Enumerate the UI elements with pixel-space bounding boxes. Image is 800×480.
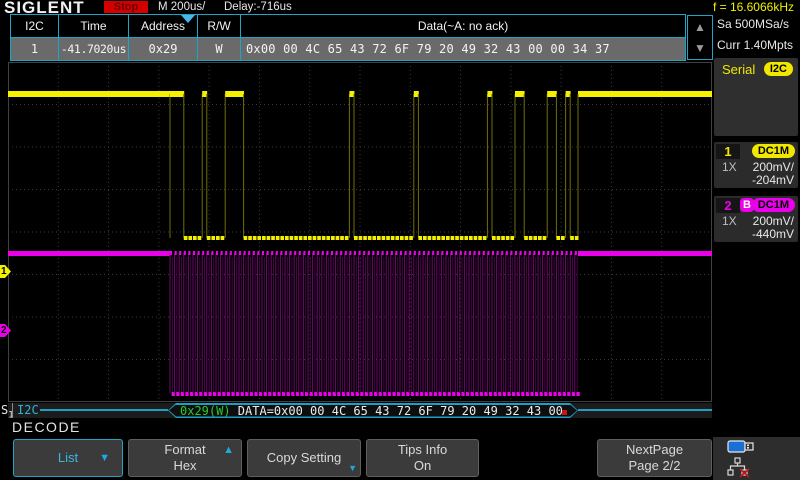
decode-frame: 0x29(W) DATA=0x00 00 4C 65 43 72 6F 79 2… (168, 403, 578, 418)
cell-data: 0x00 00 4C 65 43 72 6F 79 20 49 32 43 00… (241, 38, 685, 60)
page-title: DECODE (12, 419, 81, 435)
serial-label: Serial (722, 62, 755, 77)
cell-rw: W (198, 38, 241, 60)
trigger-delay-readout: Delay:-716us (224, 1, 292, 13)
menu-copy-setting-label: Copy Setting (267, 450, 341, 466)
channel1-number: 1 (716, 144, 740, 159)
menu-format-label: Format (164, 442, 205, 458)
sample-rate-readout: Sa 500MSa/s (717, 17, 789, 31)
decode-bus-strip: S1 I2C 0x29(W) DATA=0x00 00 4C 65 43 72 … (8, 403, 712, 418)
channel2-info-box[interactable]: 2 B DC1M 1X 200mV/ -440mV (714, 196, 798, 242)
channel1-probe: 1X (722, 160, 737, 174)
header-rw: R/W (198, 15, 241, 37)
usb-icon (728, 441, 753, 452)
menu-tips-info-value: On (414, 458, 431, 474)
bus-idle-line-right (578, 409, 712, 411)
table-scrollbar: ▲ ▼ (687, 15, 713, 60)
decode-table-header: I2C Time Address R/W Data(~A: no ack) (11, 15, 685, 38)
lan-disconnected-icon (728, 458, 749, 477)
timebase-readout: M 200us/ (158, 1, 205, 13)
menu-copy-setting-button[interactable]: Copy Setting ▼ (247, 439, 361, 477)
channel2-scale: 200mV/ (753, 214, 794, 228)
menu-tips-info-button[interactable]: Tips Info On (366, 439, 479, 477)
header-protocol: I2C (11, 15, 59, 37)
menu-next-page-label: NextPage (626, 442, 683, 458)
waveform-area[interactable] (8, 62, 712, 402)
menu-tips-info-label: Tips Info (398, 442, 447, 458)
menu-next-page-button[interactable]: NextPage Page 2/2 (597, 439, 712, 477)
channel2-offset: -440mV (752, 227, 794, 241)
scroll-up-button[interactable]: ▲ (688, 16, 712, 38)
serial-mode-badge: I2C (764, 62, 793, 76)
scroll-down-icon: ▼ (694, 42, 706, 54)
bus-divider (12, 403, 13, 418)
header-data: Data(~A: no ack) (241, 15, 685, 37)
bus-idle-line-left (40, 409, 168, 411)
channel1-offset: -204mV (752, 173, 794, 187)
oscilloscope-screen: SIGLENT Stop M 200us/ Delay:-716us f = 1… (0, 0, 800, 480)
decode-list-table: I2C Time Address R/W Data(~A: no ack) 1 … (10, 14, 686, 61)
channel2-coupling-badge: DC1M (752, 198, 795, 212)
chevron-down-icon: ▼ (99, 453, 110, 464)
cell-time: -41.7020us (59, 38, 129, 60)
memory-depth-readout: Curr 1.40Mpts (717, 38, 793, 52)
cell-address: 0x29 (129, 38, 198, 60)
menu-next-page-value: Page 2/2 (628, 458, 680, 474)
scroll-up-icon: ▲ (694, 21, 706, 33)
frequency-counter: f = 16.6066kHz (713, 0, 794, 14)
decode-frame-payload: DATA=0x00 00 4C 65 43 72 6F 79 20 49 32 … (231, 404, 563, 418)
trigger-position-marker[interactable] (181, 15, 195, 23)
stop-bit-icon (562, 410, 567, 415)
serial-status-panel[interactable]: Serial I2C (714, 58, 798, 136)
status-icon-panel (713, 437, 800, 480)
menu-list-label: List (58, 450, 78, 466)
channel1-coupling-badge: DC1M (752, 144, 795, 158)
menu-format-button[interactable]: Format Hex ▲ (128, 439, 242, 477)
channel2-number: 2 (716, 198, 740, 213)
menu-list-button[interactable]: List ▼ (13, 439, 123, 477)
channel1-info-box[interactable]: 1 DC1M 1X 200mV/ -204mV (714, 142, 798, 188)
cell-index: 1 (11, 38, 59, 60)
header-time: Time (59, 15, 129, 37)
channel2-probe: 1X (722, 214, 737, 228)
chevron-down-icon: ▼ (348, 464, 357, 473)
chevron-up-icon: ▲ (223, 445, 234, 456)
menu-format-value: Hex (173, 458, 196, 474)
waveform-plot (8, 62, 712, 402)
run-state-badge: Stop (104, 1, 148, 13)
scroll-down-button[interactable]: ▼ (688, 38, 712, 60)
decode-frame-address: 0x29(W) (180, 404, 231, 418)
bus-protocol-label: I2C (17, 403, 39, 418)
table-row[interactable]: 1 -41.7020us 0x29 W 0x00 00 4C 65 43 72 … (11, 38, 685, 61)
channel1-scale: 200mV/ (753, 160, 794, 174)
